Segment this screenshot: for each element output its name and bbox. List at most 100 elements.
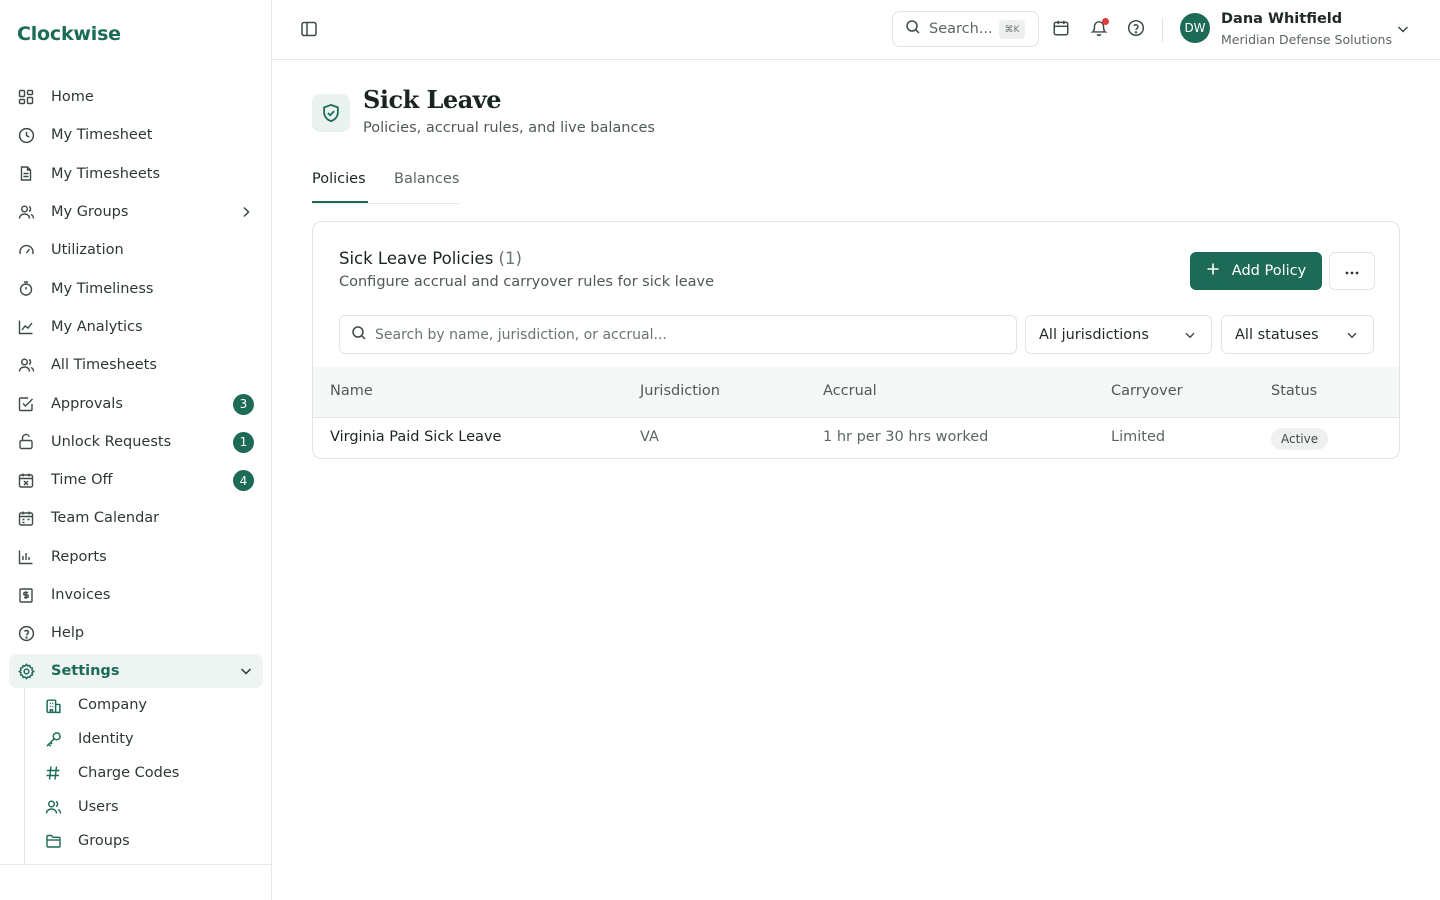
settings-item-company[interactable]: Company (25, 688, 264, 722)
status-badge: Active (1271, 428, 1329, 450)
tab-bar: Policies Balances (312, 164, 459, 204)
user-org: Meridian Defense Solutions (1221, 32, 1392, 47)
chevron-down-icon (239, 664, 253, 682)
policies-card: Sick Leave Policies (1) Configure accrua… (312, 221, 1400, 459)
building-icon (44, 696, 62, 714)
sidebar-item-settings[interactable]: Settings (9, 654, 263, 689)
gauge-icon (17, 241, 35, 259)
column-header-status[interactable]: Status (1271, 383, 1317, 399)
sidebar-item-label: Unlock Requests (51, 433, 172, 450)
policy-search-input[interactable] (375, 326, 975, 343)
column-header-carryover[interactable]: Carryover (1111, 383, 1183, 399)
settings-item-identity[interactable]: Identity (25, 722, 264, 756)
timer-icon (17, 280, 35, 298)
search-label: Search... (929, 21, 993, 37)
sidebar-item-utilization[interactable]: Utilization (9, 231, 263, 269)
users-icon (17, 356, 35, 374)
sidebar-toggle-icon[interactable] (300, 20, 318, 42)
card-subtitle: Configure accrual and carryover rules fo… (339, 274, 715, 290)
sidebar-item-invoices[interactable]: Invoices (9, 576, 263, 614)
page-title: Sick Leave (363, 85, 501, 114)
settings-item-label: Charge Codes (78, 765, 180, 781)
sidebar-item-label: Time Off (51, 472, 113, 489)
sidebar-item-my-groups[interactable]: My Groups (9, 193, 263, 231)
user-name[interactable]: Dana Whitfield (1221, 11, 1342, 27)
card-count: (1) (498, 249, 522, 268)
help-circle-icon (17, 624, 35, 642)
table-row[interactable]: Virginia Paid Sick Leave VA 1 hr per 30 … (313, 418, 1399, 458)
status-select[interactable]: All statuses (1221, 315, 1374, 354)
add-policy-label: Add Policy (1231, 263, 1307, 279)
tab-policies[interactable]: Policies (312, 171, 366, 187)
cell-name[interactable]: Virginia Paid Sick Leave (330, 429, 501, 445)
policy-search (339, 315, 1017, 354)
shield-check-icon (312, 94, 350, 132)
hash-icon (44, 764, 62, 782)
avatar[interactable]: DW (1180, 13, 1210, 43)
calendar-x-icon (17, 471, 35, 489)
calendar-icon[interactable] (1052, 19, 1070, 41)
settings-item-charge-codes[interactable]: Charge Codes (25, 756, 264, 790)
jurisdiction-select[interactable]: All jurisdictions (1025, 315, 1212, 354)
sidebar-item-label: Home (51, 89, 94, 106)
status-select-value: All statuses (1235, 326, 1319, 343)
column-header-jurisdiction[interactable]: Jurisdiction (640, 383, 720, 399)
count-badge: 4 (233, 470, 254, 492)
sidebar-item-my-timesheets[interactable]: My Timesheets (9, 155, 263, 193)
settings-item-label: Groups (78, 833, 130, 849)
sidebar-item-team-calendar[interactable]: Team Calendar (9, 499, 263, 537)
sidebar-item-help[interactable]: Help (9, 614, 263, 652)
check-square-icon (17, 395, 35, 413)
sidebar-item-home[interactable]: Home (9, 78, 263, 116)
more-options-button[interactable] (1329, 252, 1375, 290)
sidebar-item-unlock-requests[interactable]: Unlock Requests 1 (9, 423, 263, 461)
column-header-name[interactable]: Name (330, 383, 373, 399)
cell-carryover: Limited (1111, 429, 1166, 445)
cell-accrual: 1 hr per 30 hrs worked (823, 429, 989, 445)
unlock-icon (17, 433, 35, 451)
sidebar-item-label: My Timesheet (51, 127, 153, 144)
brand-logo[interactable]: Clockwise (17, 23, 121, 45)
sidebar-item-my-timesheet[interactable]: My Timesheet (9, 116, 263, 154)
calendar-icon (17, 509, 35, 527)
sidebar-item-my-timeliness[interactable]: My Timeliness (9, 269, 263, 307)
search-icon (905, 19, 921, 39)
global-search[interactable]: Search... ⌘K (892, 11, 1039, 47)
settings-item-users[interactable]: Users (25, 790, 264, 824)
add-policy-button[interactable]: Add Policy (1190, 252, 1322, 290)
sidebar-item-time-off[interactable]: Time Off 4 (9, 461, 263, 499)
settings-item-label: Company (78, 697, 147, 713)
sidebar-item-approvals[interactable]: Approvals 3 (9, 384, 263, 422)
sidebar-item-label: Team Calendar (51, 510, 160, 527)
dollar-receipt-icon (17, 586, 35, 604)
folder-icon (44, 832, 62, 850)
tab-balances[interactable]: Balances (394, 171, 459, 187)
card-title-text: Sick Leave Policies (339, 249, 494, 268)
line-chart-icon (17, 318, 35, 336)
help-circle-icon[interactable] (1127, 19, 1145, 41)
search-icon (351, 325, 367, 345)
sidebar-item-label: Help (51, 625, 85, 642)
sidebar-nav: Home My Timesheet My Timesheets My Group… (9, 78, 263, 689)
sidebar-item-my-analytics[interactable]: My Analytics (9, 308, 263, 346)
settings-item-label: Users (78, 799, 119, 815)
sidebar-item-all-timesheets[interactable]: All Timesheets (9, 346, 263, 384)
card-title: Sick Leave Policies (1) (339, 249, 522, 268)
home-grid-icon (17, 88, 35, 106)
settings-item-groups[interactable]: Groups (25, 824, 264, 858)
sidebar-item-reports[interactable]: Reports (9, 538, 263, 576)
chevron-down-icon[interactable] (1396, 22, 1410, 40)
settings-subnav: Company Identity Charge Codes Users Grou… (24, 688, 264, 864)
more-horizontal-icon (1344, 263, 1360, 279)
count-badge: 3 (233, 393, 254, 415)
sidebar-item-label: My Analytics (51, 318, 143, 335)
sidebar-item-label: My Timeliness (51, 280, 154, 297)
document-icon (17, 165, 35, 183)
sidebar-item-label: Invoices (51, 587, 111, 603)
gear-icon (17, 662, 35, 680)
chevron-down-icon (1345, 328, 1359, 346)
column-header-accrual[interactable]: Accrual (823, 383, 877, 399)
users-icon (44, 798, 62, 816)
users-icon (17, 203, 35, 221)
bar-chart-icon (17, 548, 35, 566)
